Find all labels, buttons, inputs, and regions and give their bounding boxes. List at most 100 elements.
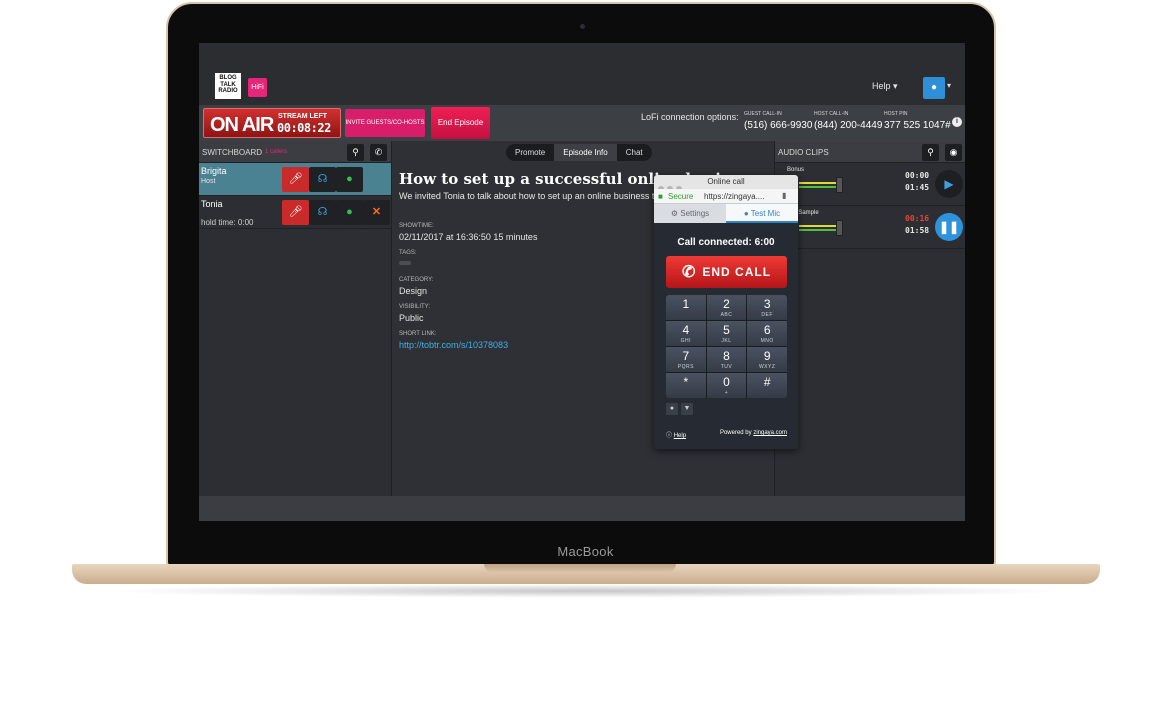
search-icon[interactable]: ⚲ xyxy=(922,144,939,161)
user-icon[interactable]: ● xyxy=(336,200,363,225)
clip-duration: 01:45 xyxy=(905,183,930,192)
user-avatar[interactable]: ● xyxy=(923,77,945,99)
visibility-value: Public xyxy=(399,313,424,323)
screen: BLOG TALK RADIO HiFi Help ▾ ● ▾ ON AIR S… xyxy=(199,43,965,521)
headphones-icon[interactable]: ☊ xyxy=(309,167,336,192)
audio-clip-row[interactable]: ...io Sample 00:16 01:58 ❚❚ xyxy=(775,206,965,249)
invite-guests-button[interactable]: INVITE GUESTS/CO-HOSTS xyxy=(345,109,425,137)
audio-clips-panel: AUDIO CLIPS ⚲ ◉ Bonus 00:00 01:45 ▶ ...i… xyxy=(774,141,965,496)
key-5[interactable]: 5 JKL xyxy=(706,321,747,346)
switchboard-title: SWITCHBOARD xyxy=(202,148,262,157)
key-2[interactable]: 2 ABC xyxy=(706,295,747,320)
clip-duration: 01:58 xyxy=(905,226,930,235)
key-0[interactable]: 0 + xyxy=(706,373,747,398)
powered-by: Powered by zingaya.com xyxy=(719,430,787,436)
showtime-value: 02/11/2017 at 16:36:50 15 minutes xyxy=(399,232,538,242)
tags-label: TAGS: xyxy=(399,250,417,256)
info-icon: ⓘ xyxy=(666,433,673,439)
remove-caller-icon[interactable]: ✕ xyxy=(363,200,390,225)
short-link[interactable]: http://tobtr.com/s/10378083 xyxy=(399,340,508,350)
caller-hold-time: hold time: 0:00 xyxy=(201,218,254,227)
help-menu[interactable]: Help ▾ xyxy=(872,81,898,92)
caller-name: Tonia xyxy=(201,199,223,209)
clip-elapsed: 00:16 xyxy=(905,214,930,223)
camera-icon: ▮ xyxy=(782,191,787,200)
short-link-label: SHORT LINK: xyxy=(399,331,437,337)
lock-icon: ■ xyxy=(658,192,663,201)
caller-name: Brigita xyxy=(201,166,227,176)
camera-icon xyxy=(580,24,585,29)
end-call-button[interactable]: ✆ END CALL xyxy=(666,256,787,288)
url-text: https://zingaya.... xyxy=(704,192,765,201)
caller-row[interactable]: Tonia hold time: 0:00 🎤︎ ☊ ● ✕ xyxy=(199,196,391,229)
audio-clips-header: AUDIO CLIPS ⚲ ◉ xyxy=(775,141,965,163)
key-4[interactable]: 4 GHI xyxy=(666,321,706,346)
headphones-icon[interactable]: ☊ xyxy=(309,200,336,225)
person-icon: ● xyxy=(930,82,938,93)
top-bar: BLOG TALK RADIO HiFi Help ▾ ● ▾ xyxy=(199,43,965,105)
dial-keypad: 1 2 ABC 3 DEF 4 GHI 5 JKL 6 MNO 7 PQRS 8 TUV 9W… xyxy=(666,295,787,398)
info-icon[interactable]: i xyxy=(952,117,962,127)
volume-icon[interactable]: ▼ xyxy=(681,403,693,415)
laptop-notch xyxy=(484,564,676,572)
key-9[interactable]: 9 WXYZ xyxy=(747,347,787,372)
category-value: Design xyxy=(399,286,428,296)
host-callin: HOST CALL-IN (844) 200-4449 xyxy=(814,111,883,131)
window-titlebar: Online call xyxy=(654,175,798,192)
hifi-badge[interactable]: HiFi xyxy=(248,78,267,97)
tab-settings[interactable]: ⚙ Settings xyxy=(654,204,726,223)
chevron-down-icon[interactable]: ▾ xyxy=(947,81,951,90)
clip-elapsed: 00:00 xyxy=(905,171,930,180)
audio-clip-row[interactable]: Bonus 00:00 01:45 ▶ xyxy=(775,163,965,206)
category-label: CATEGORY: xyxy=(399,277,434,283)
play-icon[interactable]: ▶ xyxy=(935,170,963,198)
tab-chat[interactable]: Chat xyxy=(617,144,652,161)
tab-promote[interactable]: Promote xyxy=(506,144,554,161)
episode-tabs: Promote Episode Info Chat xyxy=(506,144,652,161)
on-air-indicator: ON AIR STREAM LEFT 00:08:22 xyxy=(203,108,341,138)
online-call-window: Online call ■ Secure https://zingaya....… xyxy=(654,175,798,449)
window-title: Online call xyxy=(707,177,745,186)
call-status: Call connected: 6:00 xyxy=(677,237,775,248)
key-6[interactable]: 6 MNO xyxy=(747,321,787,346)
help-link[interactable]: ⓘ Help xyxy=(666,430,686,439)
pause-icon[interactable]: ❚❚ xyxy=(935,213,963,241)
caller-row[interactable]: Brigita Host 🎤︎ ☊ ● xyxy=(199,163,391,196)
volume-slider[interactable] xyxy=(799,220,859,236)
search-icon[interactable]: ⚲ xyxy=(347,144,364,161)
switchboard-header: SWITCHBOARD 1 callers ⚲ ✆ xyxy=(199,141,391,163)
key-hash[interactable]: # xyxy=(747,373,787,398)
eye-icon[interactable]: ◉ xyxy=(945,144,962,161)
stream-left-label: STREAM LEFT xyxy=(278,113,327,120)
address-bar[interactable]: ■ Secure https://zingaya.... ▮ xyxy=(654,189,798,204)
end-episode-button[interactable]: End Episode xyxy=(431,107,490,139)
caller-role: Host xyxy=(201,178,216,185)
user-icon[interactable]: ● xyxy=(336,167,363,192)
host-pin: HOST PIN 377 525 1047# xyxy=(884,111,951,131)
phone-hangup-icon: ✆ xyxy=(681,264,697,281)
tab-test-mic[interactable]: ● Test Mic xyxy=(726,204,798,223)
key-8[interactable]: 8 TUV xyxy=(706,347,747,372)
laptop-brand: MacBook xyxy=(557,544,614,559)
key-1[interactable]: 1 xyxy=(666,295,706,320)
bottom-bar xyxy=(199,496,965,521)
clip-name: Bonus xyxy=(787,167,805,173)
microphone-icon[interactable]: ● xyxy=(666,403,678,415)
key-3[interactable]: 3 DEF xyxy=(747,295,787,320)
showtime-label: SHOWTIME: xyxy=(399,223,434,229)
volume-slider[interactable] xyxy=(799,177,859,193)
blogtalkradio-logo[interactable]: BLOG TALK RADIO xyxy=(215,73,241,99)
laptop-shadow xyxy=(100,584,1072,598)
phone-icon[interactable]: ✆ xyxy=(370,144,387,161)
key-star[interactable]: * xyxy=(666,373,706,398)
key-7[interactable]: 7 PQRS xyxy=(666,347,706,372)
caller-count: 1 callers xyxy=(265,149,288,155)
microphone-icon: ● xyxy=(743,209,749,218)
zingaya-link[interactable]: zingaya.com xyxy=(753,430,787,436)
tab-episode-info[interactable]: Episode Info xyxy=(554,144,617,161)
microphone-icon[interactable]: 🎤︎ xyxy=(282,167,309,192)
switchboard-panel: SWITCHBOARD 1 callers ⚲ ✆ Brigita Host 🎤… xyxy=(199,141,392,496)
on-air-bar: ON AIR STREAM LEFT 00:08:22 INVITE GUEST… xyxy=(199,105,965,141)
microphone-icon[interactable]: 🎤︎ xyxy=(282,200,309,225)
secure-label: Secure xyxy=(668,192,694,201)
